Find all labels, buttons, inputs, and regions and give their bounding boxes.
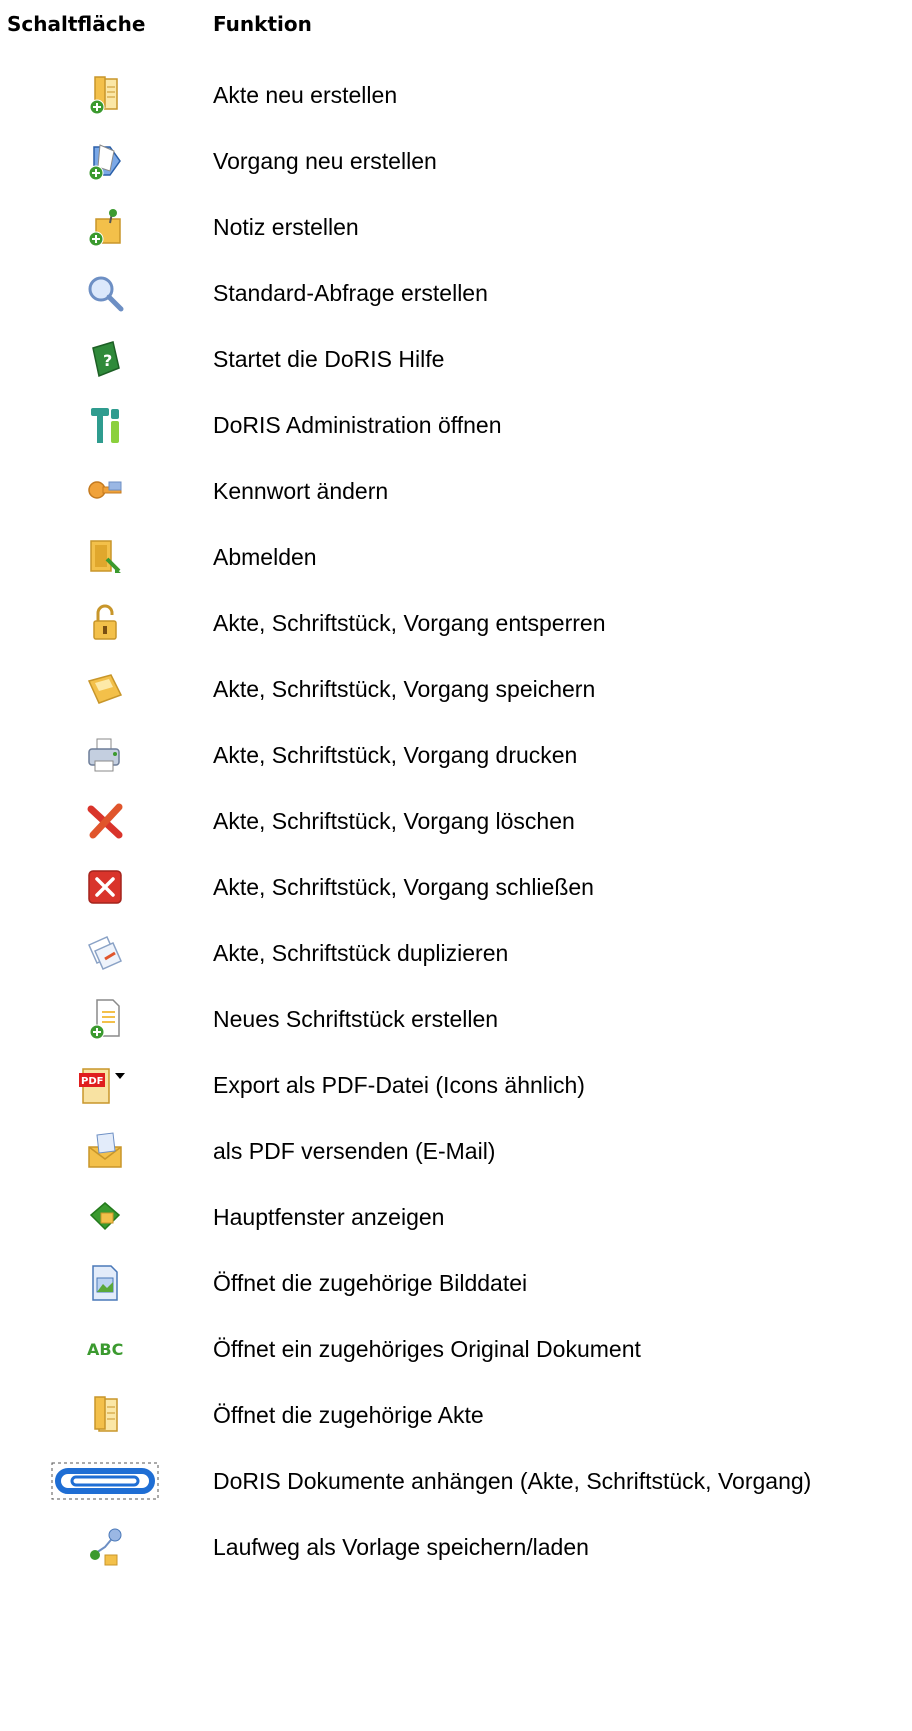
table-row: Notiz erstellen [0,202,912,252]
table-row: Akte, Schriftstück, Vorgang drucken [0,730,912,780]
row-label: Akte, Schriftstück, Vorgang speichern [213,676,596,702]
table-row: Vorgang neu erstellen [0,136,912,186]
row-label: Laufweg als Vorlage speichern/laden [213,1534,589,1560]
row-label: Öffnet ein zugehöriges Original Dokument [213,1336,641,1362]
duplicate-icon[interactable] [50,928,160,978]
row-label: Vorgang neu erstellen [213,148,437,174]
close-box-icon[interactable] [50,862,160,912]
svg-text:?: ? [103,351,112,370]
table-row: Hauptfenster anzeigen [0,1192,912,1242]
row-label: Standard-Abfrage erstellen [213,280,488,306]
table-row: Laufweg als Vorlage speichern/laden [0,1522,912,1572]
paperclip-icon[interactable] [50,1456,160,1506]
column-header-function: Funktion [213,12,312,36]
note-new-icon[interactable] [50,202,160,252]
table-row: Standard-Abfrage erstellen [0,268,912,318]
row-label: als PDF versenden (E-Mail) [213,1138,496,1164]
abc-original-icon[interactable]: ABC [50,1324,160,1374]
row-label: Startet die DoRIS Hilfe [213,346,445,372]
row-label: Abmelden [213,544,317,570]
table-row: DoRIS Administration öffnen [0,400,912,450]
row-label: Export als PDF-Datei (Icons ähnlich) [213,1072,585,1098]
route-template-icon[interactable] [50,1522,160,1572]
file-folder-icon[interactable] [50,1390,160,1440]
row-label: Öffnet die zugehörige Akte [213,1402,484,1428]
table-row: Neues Schriftstück erstellen [0,994,912,1044]
row-label: DoRIS Dokumente anhängen (Akte, Schrifts… [213,1468,812,1494]
row-label: Akte, Schriftstück duplizieren [213,940,509,966]
pdf-label: PDF [81,1076,103,1087]
row-label: Kennwort ändern [213,478,389,504]
magnifier-icon[interactable] [50,268,160,318]
row-label: Hauptfenster anzeigen [213,1204,445,1230]
logout-door-icon[interactable] [50,532,160,582]
table-row: Öffnet die zugehörige Bilddatei [0,1258,912,1308]
image-file-icon[interactable] [50,1258,160,1308]
row-label: Akte, Schriftstück, Vorgang drucken [213,742,578,768]
column-header-button: Schaltfläche [7,12,146,36]
table-row: Akte, Schriftstück, Vorgang löschen [0,796,912,846]
save-icon[interactable] [50,664,160,714]
row-label: Akte, Schriftstück, Vorgang schließen [213,874,594,900]
table-row: Akte, Schriftstück duplizieren [0,928,912,978]
row-label: Akte, Schriftstück, Vorgang löschen [213,808,575,834]
help-book-icon[interactable]: ? [50,334,160,384]
unlock-icon[interactable] [50,598,160,648]
abc-label: ABC [87,1340,123,1359]
table-row: ABC Öffnet ein zugehöriges Original Doku… [0,1324,912,1374]
pdf-export-icon[interactable]: PDF [50,1060,160,1110]
table-row: PDF Export als PDF-Datei (Icons ähnlich) [0,1060,912,1110]
document-new-icon[interactable] [50,994,160,1044]
table-row: Öffnet die zugehörige Akte [0,1390,912,1440]
table-row: Abmelden [0,532,912,582]
home-window-icon[interactable] [50,1192,160,1242]
row-label: Neues Schriftstück erstellen [213,1006,499,1032]
file-new-icon[interactable] [50,70,160,120]
admin-tools-icon[interactable] [50,400,160,450]
delete-x-icon[interactable] [50,796,160,846]
keys-icon[interactable] [50,466,160,516]
table-row: Akte, Schriftstück, Vorgang entsperren [0,598,912,648]
row-label: Notiz erstellen [213,214,359,240]
row-label: Öffnet die zugehörige Bilddatei [213,1270,528,1296]
process-new-icon[interactable] [50,136,160,186]
table-row: als PDF versenden (E-Mail) [0,1126,912,1176]
row-label: Akte, Schriftstück, Vorgang entsperren [213,610,606,636]
printer-icon[interactable] [50,730,160,780]
row-label: DoRIS Administration öffnen [213,412,502,438]
table-row: DoRIS Dokumente anhängen (Akte, Schrifts… [0,1456,912,1506]
table-row: ? Startet die DoRIS Hilfe [0,334,912,384]
mail-pdf-icon[interactable] [50,1126,160,1176]
table-row: Akte, Schriftstück, Vorgang schließen [0,862,912,912]
table-row: Kennwort ändern [0,466,912,516]
table-row: Akte, Schriftstück, Vorgang speichern [0,664,912,714]
row-label: Akte neu erstellen [213,82,398,108]
table-row: Akte neu erstellen [0,70,912,120]
